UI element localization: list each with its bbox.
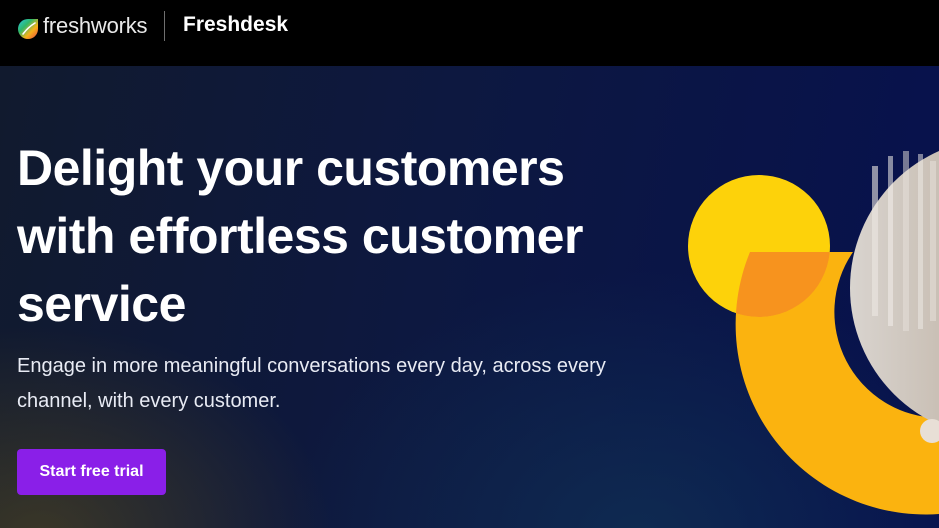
freshworks-logo-icon <box>18 19 38 39</box>
freshdesk-product-link[interactable]: Freshdesk <box>183 13 288 37</box>
hero-headline: Delight your customers with effortless c… <box>17 140 583 332</box>
hero-subtext: Engage in more meaningful conversations … <box>17 355 606 412</box>
start-free-trial-button[interactable]: Start free trial <box>17 449 166 495</box>
freshworks-wordmark: freshworks <box>43 13 148 38</box>
hero-section: Delight your customers with effortless c… <box>0 66 939 528</box>
brand-divider <box>164 11 165 41</box>
top-navigation-bar: freshworks Freshdesk <box>0 0 939 66</box>
